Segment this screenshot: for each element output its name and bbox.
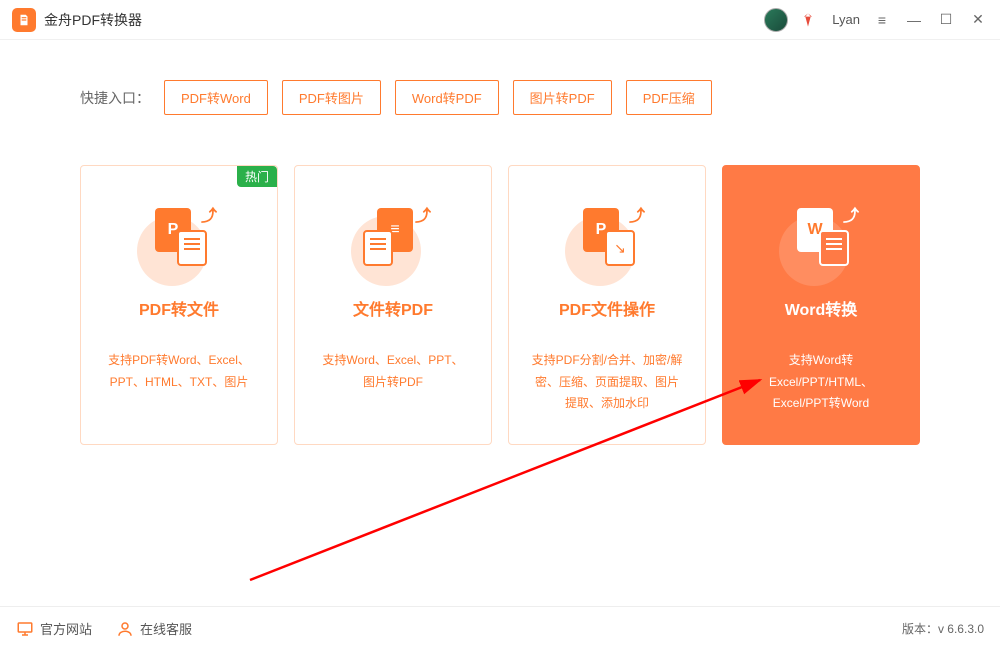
card-icon: W ⤴ — [739, 196, 903, 276]
app-logo-icon — [12, 8, 36, 32]
card-title: 文件转PDF — [311, 296, 475, 320]
quick-pdf-to-image[interactable]: PDF转图片 — [282, 80, 381, 115]
titlebar-right: Lyan ≡ — ☐ ✕ — [764, 8, 988, 32]
close-button[interactable]: ✕ — [968, 10, 988, 30]
file-icon-front — [605, 230, 635, 266]
card-pdf-to-file[interactable]: 热门 P ⤴ PDF转文件 支持PDF转Word、Excel、PPT、HTML、… — [80, 165, 278, 445]
convert-arrow-icon: ⤴ — [843, 202, 859, 226]
file-icon-front — [363, 230, 393, 266]
convert-arrow-icon: ⤴ — [201, 202, 217, 226]
footer-website-label: 官方网站 — [40, 619, 92, 638]
footer: 官方网站 在线客服 版本：v 6.6.3.0 — [0, 606, 1000, 650]
official-website-link[interactable]: 官方网站 — [16, 619, 92, 638]
quick-image-to-pdf[interactable]: 图片转PDF — [513, 80, 612, 115]
file-icon-front — [819, 230, 849, 266]
user-avatar[interactable] — [764, 8, 788, 32]
menu-button[interactable]: ≡ — [872, 10, 892, 30]
card-icon: P ⤴ — [525, 196, 689, 276]
card-desc: 支持Word转Excel/PPT/HTML、Excel/PPT转Word — [739, 350, 903, 415]
quick-pdf-compress[interactable]: PDF压缩 — [626, 80, 712, 115]
card-icon: P ⤴ — [97, 196, 261, 276]
maximize-button[interactable]: ☐ — [936, 10, 956, 30]
feature-cards: 热门 P ⤴ PDF转文件 支持PDF转Word、Excel、PPT、HTML、… — [80, 165, 920, 445]
hot-badge: 热门 — [237, 166, 277, 187]
minimize-button[interactable]: — — [904, 10, 924, 30]
online-support-link[interactable]: 在线客服 — [116, 619, 192, 638]
quick-entry-row: 快捷入口： PDF转Word PDF转图片 Word转PDF 图片转PDF PD… — [80, 80, 920, 115]
footer-support-label: 在线客服 — [140, 619, 192, 638]
titlebar: 金舟PDF转换器 Lyan ≡ — ☐ ✕ — [0, 0, 1000, 40]
app-title: 金舟PDF转换器 — [44, 10, 142, 30]
vip-diamond-icon[interactable] — [800, 12, 816, 28]
quick-entry-label: 快捷入口： — [80, 88, 150, 108]
headset-icon — [116, 620, 134, 638]
card-icon: ≡ ⤴ — [311, 196, 475, 276]
card-desc: 支持PDF分割/合并、加密/解密、压缩、页面提取、图片提取、添加水印 — [525, 350, 689, 415]
card-desc: 支持Word、Excel、PPT、图片转PDF — [311, 350, 475, 393]
card-title: PDF文件操作 — [525, 296, 689, 320]
card-title: Word转换 — [739, 296, 903, 320]
card-file-to-pdf[interactable]: ≡ ⤴ 文件转PDF 支持Word、Excel、PPT、图片转PDF — [294, 165, 492, 445]
quick-word-to-pdf[interactable]: Word转PDF — [395, 80, 499, 115]
convert-arrow-icon: ⤴ — [629, 202, 645, 226]
quick-pdf-to-word[interactable]: PDF转Word — [164, 80, 268, 115]
file-icon-front — [177, 230, 207, 266]
convert-arrow-icon: ⤴ — [415, 202, 431, 226]
card-desc: 支持PDF转Word、Excel、PPT、HTML、TXT、图片 — [97, 350, 261, 393]
version-text: 版本：v 6.6.3.0 — [902, 620, 984, 637]
card-title: PDF转文件 — [97, 296, 261, 320]
main-content: 快捷入口： PDF转Word PDF转图片 Word转PDF 图片转PDF PD… — [0, 40, 1000, 445]
monitor-icon — [16, 620, 34, 638]
username[interactable]: Lyan — [832, 12, 860, 27]
card-pdf-operations[interactable]: P ⤴ PDF文件操作 支持PDF分割/合并、加密/解密、压缩、页面提取、图片提… — [508, 165, 706, 445]
card-word-convert[interactable]: W ⤴ Word转换 支持Word转Excel/PPT/HTML、Excel/P… — [722, 165, 920, 445]
